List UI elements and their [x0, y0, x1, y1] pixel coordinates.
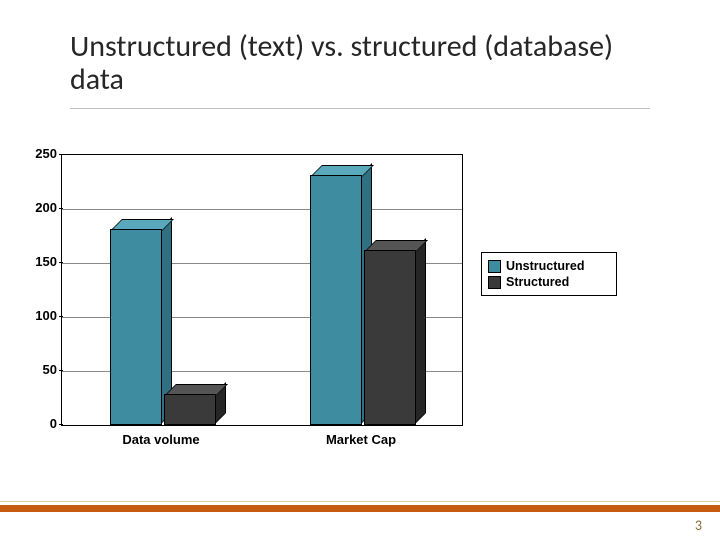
slide-title: Unstructured (text) vs. structured (data…: [70, 30, 650, 96]
bar-unstructured: [310, 167, 370, 425]
legend-swatch-structured: [488, 276, 501, 289]
legend-label-unstructured: Unstructured: [506, 259, 584, 273]
bar-structured: [164, 386, 224, 425]
title-underline: [70, 108, 650, 109]
legend-swatch-unstructured: [488, 260, 501, 273]
x-tick-label: Market Cap: [261, 432, 461, 447]
y-tick-label: 250: [7, 146, 57, 161]
legend: Unstructured Structured: [481, 252, 617, 296]
legend-item-unstructured: Unstructured: [488, 259, 610, 273]
bar-structured: [364, 242, 424, 425]
plot-area: [61, 154, 463, 426]
footer-line: [0, 501, 720, 502]
legend-label-structured: Structured: [506, 275, 569, 289]
bar-unstructured: [110, 221, 170, 425]
y-tick-label: 100: [7, 308, 57, 323]
footer-accent-bar: [0, 505, 720, 512]
x-tick-label: Data volume: [61, 432, 261, 447]
y-tick-label: 200: [7, 200, 57, 215]
bar-group: [62, 155, 262, 425]
page-number: 3: [695, 517, 702, 534]
bar-group: [262, 155, 462, 425]
y-tick-label: 50: [7, 362, 57, 377]
y-tick-label: 150: [7, 254, 57, 269]
slide: Unstructured (text) vs. structured (data…: [0, 0, 720, 540]
legend-item-structured: Structured: [488, 275, 610, 289]
bar-chart: 050100150200250 Data volumeMarket Cap Un…: [3, 150, 623, 490]
y-tick-label: 0: [7, 416, 57, 431]
